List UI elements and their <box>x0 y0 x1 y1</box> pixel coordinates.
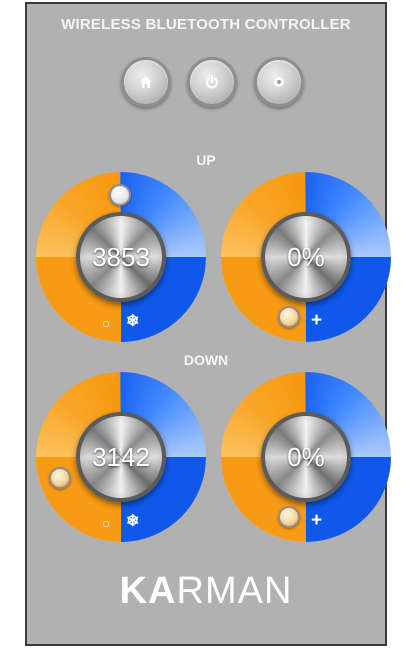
snowflake-icon: ❄ <box>126 513 140 530</box>
down-brightness-dial[interactable]: 0% + <box>221 372 391 542</box>
up-brightness-value: 0% <box>287 241 325 272</box>
up-brightness-dial[interactable]: 0% + <box>221 172 391 342</box>
brand-logo-light: RMAN <box>176 570 293 612</box>
up-cct-value: 3853 <box>92 241 150 272</box>
up-cct-handle[interactable] <box>109 184 131 206</box>
home-button[interactable] <box>121 57 171 107</box>
brand-logo: KARMAN <box>27 570 385 613</box>
plus-icon: + <box>311 510 323 531</box>
brand-logo-heavy: KA <box>119 570 177 612</box>
up-cct-dial[interactable]: 3853 ○ ❄ <box>36 172 206 342</box>
section-label-down: DOWN <box>183 352 229 368</box>
down-brightness-knob: 0% <box>261 412 351 502</box>
controller-panel: WIRELESS BLUETOOTH CONTROLLER UP 3853 ○ … <box>25 2 391 646</box>
warm-icon: ○ <box>102 515 111 531</box>
power-icon <box>206 75 218 89</box>
down-cct-dial[interactable]: 3142 ○ ❄ <box>36 372 206 542</box>
warm-icon: ○ <box>102 315 111 331</box>
down-brightness-handle[interactable] <box>278 506 300 528</box>
settings-icon <box>274 77 284 87</box>
app-title: WIRELESS BLUETOOTH CONTROLLER <box>61 16 351 33</box>
power-button[interactable] <box>187 57 237 107</box>
home-icon <box>140 76 152 88</box>
down-cct-knob: 3142 <box>76 412 166 502</box>
down-cct-handle[interactable] <box>49 467 71 489</box>
down-brightness-value: 0% <box>287 441 325 472</box>
plus-icon: + <box>311 310 323 331</box>
up-cct-knob: 3853 <box>76 212 166 302</box>
down-cct-value: 3142 <box>92 441 150 472</box>
up-brightness-handle[interactable] <box>278 306 300 328</box>
snowflake-icon: ❄ <box>126 313 140 330</box>
section-label-up: UP <box>196 152 216 168</box>
settings-button[interactable] <box>254 57 304 107</box>
up-brightness-knob: 0% <box>261 212 351 302</box>
